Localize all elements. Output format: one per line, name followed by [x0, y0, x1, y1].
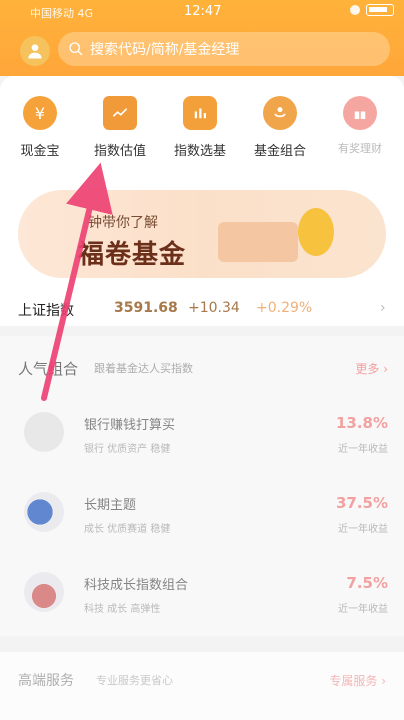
portfolio-name: 长期主题 [84, 498, 137, 513]
quick-item-portfolio[interactable]: 基金组合 [240, 96, 320, 159]
portfolio-return-label: 近一年收益 [338, 604, 388, 615]
promo-banner[interactable]: 钟带你了解 福卷基金 [18, 190, 386, 278]
main-card: ¥ 现金宝 指数估值 指数选基 基金组合 有奖理财 钟带你了解 福卷基金 上证指… [0, 76, 404, 326]
carrier-text: 中国移动 4G [30, 7, 94, 20]
portfolio-logo [24, 492, 64, 532]
quick-label: 有奖理财 [338, 142, 382, 155]
battery-icon [366, 4, 394, 16]
quick-label: 指数估值 [93, 144, 146, 159]
portfolio-return: 7.5% [346, 574, 388, 592]
portfolio-tags: 成长 优质赛道 稳健 [84, 524, 171, 535]
search-icon [69, 42, 83, 56]
quick-item-index-select[interactable]: 指数选基 [160, 96, 240, 159]
alarm-icon [350, 5, 360, 15]
chevron-right-icon[interactable]: › [380, 300, 386, 316]
bottom-desc: 专业服务更省心 [96, 674, 173, 687]
smile-portfolio-icon [263, 96, 297, 130]
index-value: 3591.68 [114, 300, 178, 316]
bar-chart-icon [183, 96, 217, 130]
quick-item-index-valuation[interactable]: 指数估值 [80, 96, 160, 159]
gift-icon [343, 96, 377, 130]
mascot-illustration [298, 208, 334, 256]
quick-item-cash[interactable]: ¥ 现金宝 [0, 96, 80, 159]
quick-icons: ¥ 现金宝 指数估值 指数选基 基金组合 有奖理财 [0, 96, 404, 159]
clock: 12:47 [184, 4, 222, 19]
chart-screen-icon [103, 96, 137, 130]
avatar[interactable] [20, 36, 50, 66]
portfolio-return-label: 近一年收益 [338, 444, 388, 455]
portfolio-logo [24, 412, 64, 452]
list-item[interactable]: 科技成长指数组合 科技 成长 高弹性 7.5% 近一年收益 [18, 572, 388, 628]
yen-icon: ¥ [23, 96, 57, 130]
more-link[interactable]: 更多 › [355, 360, 388, 377]
search-placeholder: 搜索代码/简称/基金经理 [90, 42, 240, 58]
portfolio-name: 银行赚钱打算买 [84, 418, 176, 433]
banner-subtitle: 钟带你了解 [88, 215, 158, 231]
index-name: 上证指数 [18, 303, 74, 319]
list-item[interactable]: 银行赚钱打算买 银行 优质资产 稳健 13.8% 近一年收益 [18, 412, 388, 468]
portfolio-return: 13.8% [335, 414, 388, 432]
gift-box-illustration [218, 222, 298, 262]
app-header: 中国移动 4G 12:47 搜索代码/简称/基金经理 [0, 0, 404, 76]
index-ticker[interactable]: 上证指数 3591.68 +10.34 +0.29% › [0, 296, 404, 324]
banner-title: 福卷基金 [78, 240, 187, 270]
status-icons [350, 4, 394, 16]
premium-service-section[interactable]: 高端服务 专业服务更省心 专属服务 › [0, 652, 404, 720]
portfolio-logo [24, 572, 64, 612]
portfolio-return: 37.5% [335, 494, 388, 512]
bottom-link[interactable]: 专属服务 › [329, 672, 386, 689]
popular-portfolios: 人气组合 跟着基金达人买指数 更多 › 银行赚钱打算买 银行 优质资产 稳健 1… [0, 336, 404, 636]
portfolio-return-label: 近一年收益 [338, 524, 388, 535]
index-change: +10.34 [188, 300, 240, 316]
section-desc: 跟着基金达人买指数 [94, 362, 193, 375]
index-percent: +0.29% [256, 300, 313, 316]
quick-label: 基金组合 [253, 144, 306, 159]
portfolio-tags: 科技 成长 高弹性 [84, 604, 161, 615]
portfolio-tags: 银行 优质资产 稳健 [84, 444, 171, 455]
quick-item-reward[interactable]: 有奖理财 [320, 96, 400, 159]
list-item[interactable]: 长期主题 成长 优质赛道 稳健 37.5% 近一年收益 [18, 492, 388, 548]
section-title: 人气组合 [18, 360, 79, 378]
bottom-title: 高端服务 [18, 673, 74, 689]
quick-label: 现金宝 [20, 144, 60, 159]
quick-label: 指数选基 [173, 144, 226, 159]
portfolio-name: 科技成长指数组合 [84, 578, 189, 593]
status-bar: 中国移动 4G 12:47 [0, 0, 404, 24]
search-input[interactable]: 搜索代码/简称/基金经理 [58, 32, 390, 66]
user-icon [28, 44, 42, 59]
